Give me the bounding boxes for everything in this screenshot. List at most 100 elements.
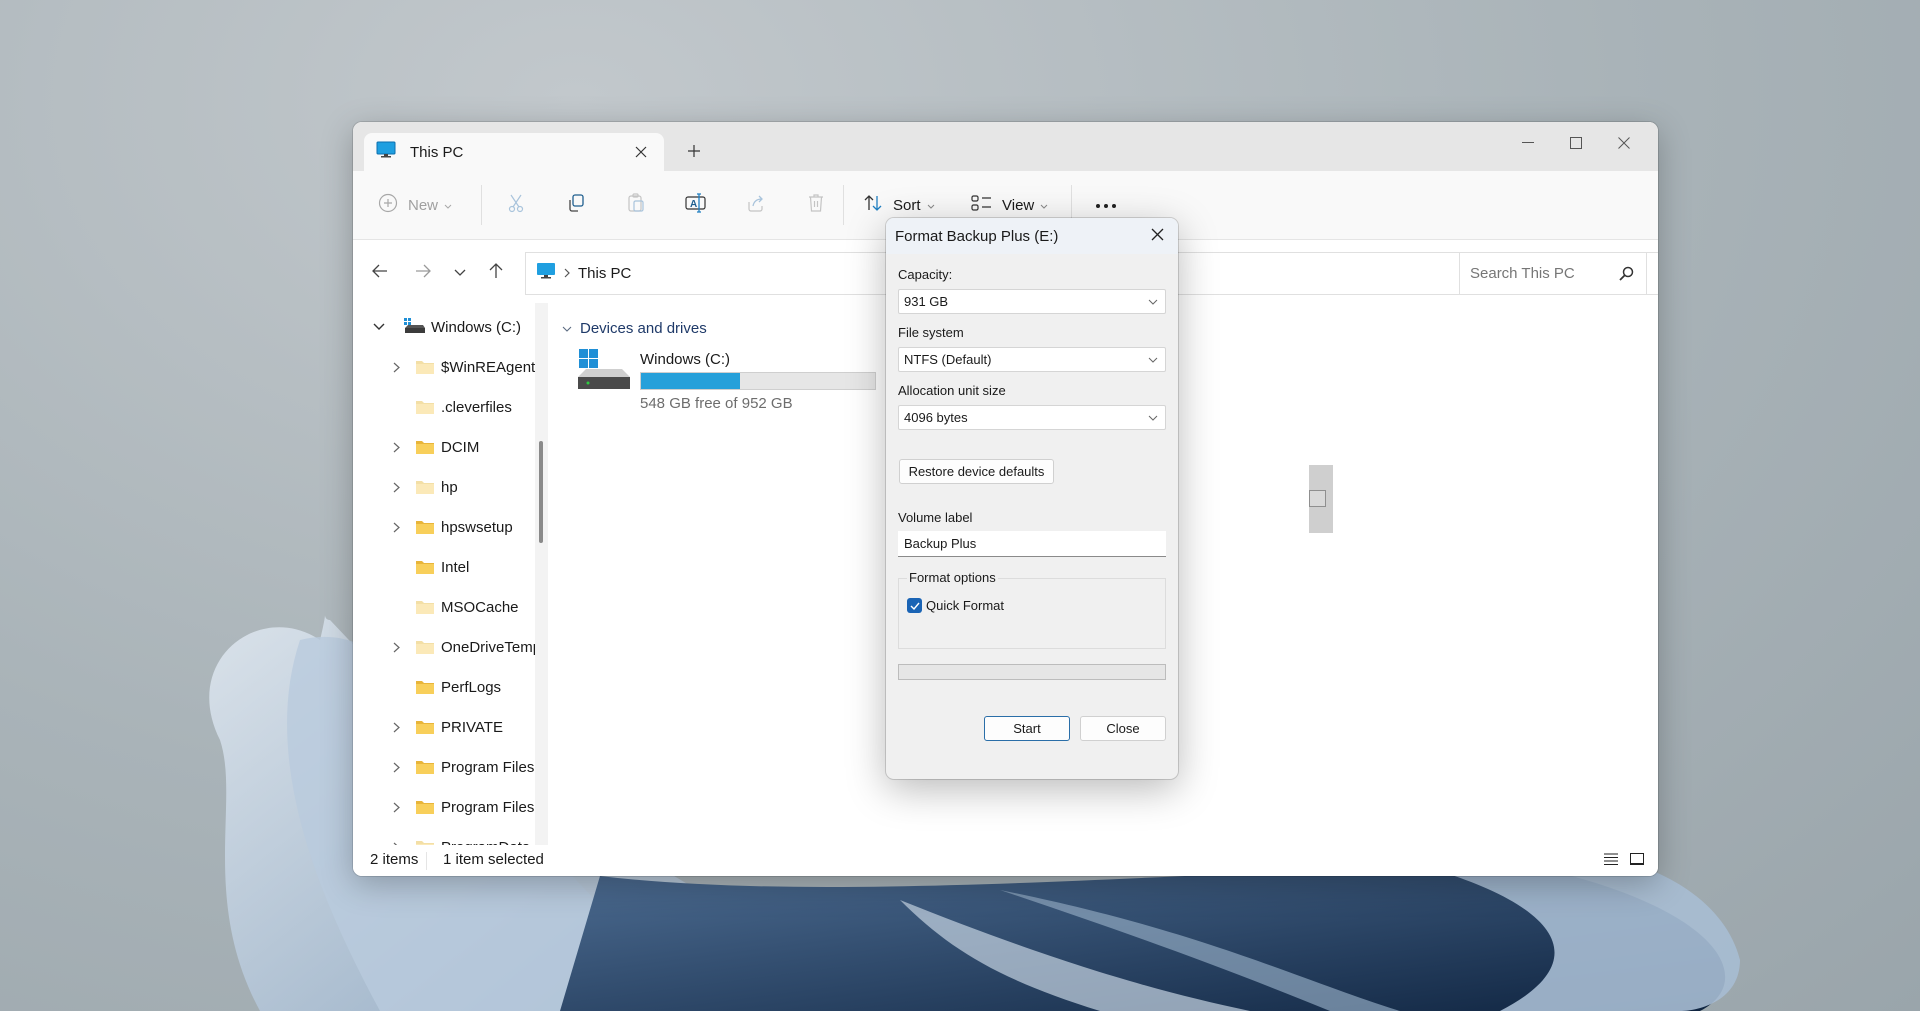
more-options-button[interactable] [1089, 188, 1123, 222]
chevron-right-icon[interactable] [388, 799, 404, 815]
chevron-down-icon [1147, 296, 1159, 308]
allocation-unit-select[interactable]: 4096 bytes [898, 405, 1166, 430]
drive-icon [403, 317, 425, 340]
file-system-select[interactable]: NTFS (Default) [898, 347, 1166, 372]
chevron-down-icon[interactable] [371, 319, 387, 335]
quick-format-checkbox-row[interactable]: Quick Format [907, 598, 1004, 613]
tree-item[interactable]: MSOCache [353, 587, 540, 627]
dialog-close-button[interactable] [1144, 224, 1170, 250]
tree-item-windows-c[interactable]: Windows (C:) [353, 307, 540, 347]
navigation-pane-scrollbar[interactable] [535, 303, 548, 845]
copy-button[interactable] [559, 188, 593, 222]
allocation-unit-label: Allocation unit size [898, 383, 1006, 398]
format-options-group: Format options Quick Format [898, 570, 1166, 649]
folder-icon [415, 639, 435, 660]
restore-defaults-button[interactable]: Restore device defaults [899, 459, 1054, 484]
cut-button[interactable] [499, 188, 533, 222]
volume-label-input[interactable] [898, 531, 1166, 557]
tree-item-label: PRIVATE [441, 718, 503, 736]
file-system-label: File system [898, 325, 964, 340]
up-button[interactable] [483, 260, 509, 286]
drive-name: Windows (C:) [640, 351, 731, 368]
tree-item[interactable]: PerfLogs [353, 667, 540, 707]
close-tab-icon[interactable] [630, 141, 652, 163]
close-button[interactable]: Close [1080, 716, 1166, 741]
status-bar: 2 items 1 item selected [353, 845, 1658, 876]
paste-button[interactable] [619, 188, 653, 222]
sort-label: Sort [893, 196, 921, 214]
chevron-down-icon [927, 196, 935, 214]
folder-icon [415, 439, 435, 460]
group-header-devices[interactable]: Devices and drives [562, 319, 707, 337]
capacity-label: Capacity: [898, 267, 953, 282]
item-count: 2 items [370, 851, 419, 868]
sort-icon [863, 194, 883, 217]
tree-item[interactable]: .cleverfiles [353, 387, 540, 427]
capacity-select[interactable]: 931 GB [898, 289, 1166, 314]
search-box[interactable]: Search This PC [1459, 252, 1647, 295]
new-tab-button[interactable] [683, 140, 705, 162]
tree-item-label: OneDriveTemp [441, 638, 540, 656]
share-button[interactable] [739, 188, 773, 222]
chevron-right-icon[interactable] [388, 439, 404, 455]
delete-button[interactable] [799, 188, 833, 222]
drive-tile-backup-plus-selected[interactable] [1309, 465, 1333, 533]
share-icon [746, 193, 766, 218]
close-window-button[interactable] [1601, 128, 1647, 158]
chevron-right-icon[interactable] [388, 519, 404, 535]
folder-icon [415, 359, 435, 380]
new-button[interactable]: New [378, 188, 452, 222]
details-view-button[interactable] [1601, 851, 1621, 871]
chevron-down-icon [454, 264, 466, 282]
tree-item[interactable]: PRIVATE [353, 707, 540, 747]
more-icon [1095, 196, 1117, 214]
tab-bar: This PC [353, 122, 1658, 171]
tree-item[interactable]: Intel [353, 547, 540, 587]
recent-locations-button[interactable] [447, 260, 473, 286]
tree-item[interactable]: DCIM [353, 427, 540, 467]
view-layout-icon [971, 194, 993, 217]
start-button[interactable]: Start [984, 716, 1070, 741]
folder-icon [415, 479, 435, 500]
chevron-right-icon[interactable] [388, 479, 404, 495]
folder-icon [415, 399, 435, 420]
chevron-down-icon [444, 196, 452, 214]
chevron-right-icon[interactable] [388, 359, 404, 375]
close-icon [1151, 228, 1164, 246]
forward-button[interactable] [410, 260, 436, 286]
folder-icon [415, 519, 435, 540]
chevron-right-icon[interactable] [388, 639, 404, 655]
scrollbar-thumb[interactable] [539, 441, 543, 543]
tree-item[interactable]: OneDriveTemp [353, 627, 540, 667]
quick-format-checkbox[interactable] [907, 598, 922, 613]
format-options-legend: Format options [907, 570, 998, 585]
tab-this-pc[interactable]: This PC [364, 133, 664, 171]
tree-item[interactable]: hpswsetup [353, 507, 540, 547]
tree-item[interactable]: Program Files (x86) [353, 787, 540, 827]
tree-item[interactable]: ProgramData [353, 827, 540, 845]
tree-item[interactable]: Program Files [353, 747, 540, 787]
back-button[interactable] [367, 260, 393, 286]
large-icons-view-button[interactable] [1627, 851, 1647, 871]
quick-format-label: Quick Format [926, 598, 1005, 613]
tab-title: This PC [410, 143, 464, 161]
chevron-right-icon[interactable] [388, 719, 404, 735]
tree-item-label: Windows (C:) [431, 318, 522, 336]
tree-item[interactable]: $WinREAgent [353, 347, 540, 387]
minimize-button[interactable] [1505, 128, 1551, 158]
sort-button[interactable]: Sort [863, 188, 935, 222]
group-title: Devices and drives [580, 319, 707, 337]
drive-usage-bar [640, 372, 876, 390]
search-icon[interactable] [1616, 264, 1636, 284]
breadcrumb-this-pc[interactable]: This PC [578, 265, 631, 282]
svg-text:A: A [690, 199, 697, 210]
search-input[interactable]: Search This PC [1470, 265, 1575, 282]
rename-button[interactable]: A [679, 188, 713, 222]
chevron-right-icon[interactable] [388, 759, 404, 775]
drive-tile-windows-c[interactable]: Windows (C:) 548 GB free of 952 GB [576, 347, 886, 412]
maximize-button[interactable] [1553, 128, 1599, 158]
view-button[interactable]: View [971, 188, 1048, 222]
dialog-title-bar[interactable]: Format Backup Plus (E:) [886, 218, 1178, 254]
tree-item-label: Program Files (x86) [441, 798, 540, 816]
tree-item[interactable]: hp [353, 467, 540, 507]
